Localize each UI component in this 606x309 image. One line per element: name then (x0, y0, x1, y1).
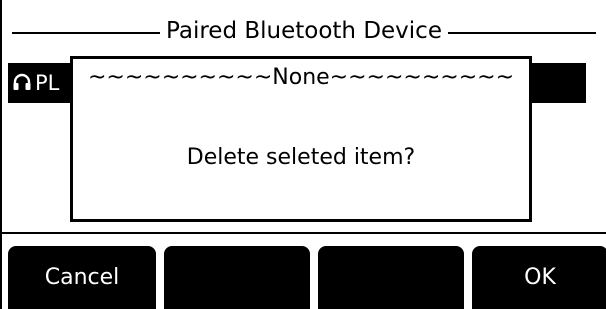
page-title-text: Paired Bluetooth Device (160, 18, 448, 44)
ok-button[interactable]: OK (472, 246, 606, 309)
softkey-3-blank[interactable] (318, 246, 464, 309)
softkey-bar: Cancel OK (8, 246, 606, 309)
softkey-divider (2, 232, 606, 234)
dialog-title: ~~~~~~~~~~None~~~~~~~~~~ (87, 65, 515, 90)
confirm-dialog: ~~~~~~~~~~None~~~~~~~~~~ Delete seleted … (70, 56, 532, 222)
cancel-button[interactable]: Cancel (8, 246, 156, 309)
list-item-label: PL (35, 71, 60, 95)
phone-screen: Paired Bluetooth Device PL ~~~~~~~~~~Non… (0, 0, 606, 309)
title-rule (12, 32, 596, 34)
page-title: Paired Bluetooth Device (2, 16, 606, 46)
dialog-message: Delete seleted item? (186, 145, 416, 170)
softkey-2-blank[interactable] (164, 246, 310, 309)
headphones-icon (13, 73, 31, 90)
